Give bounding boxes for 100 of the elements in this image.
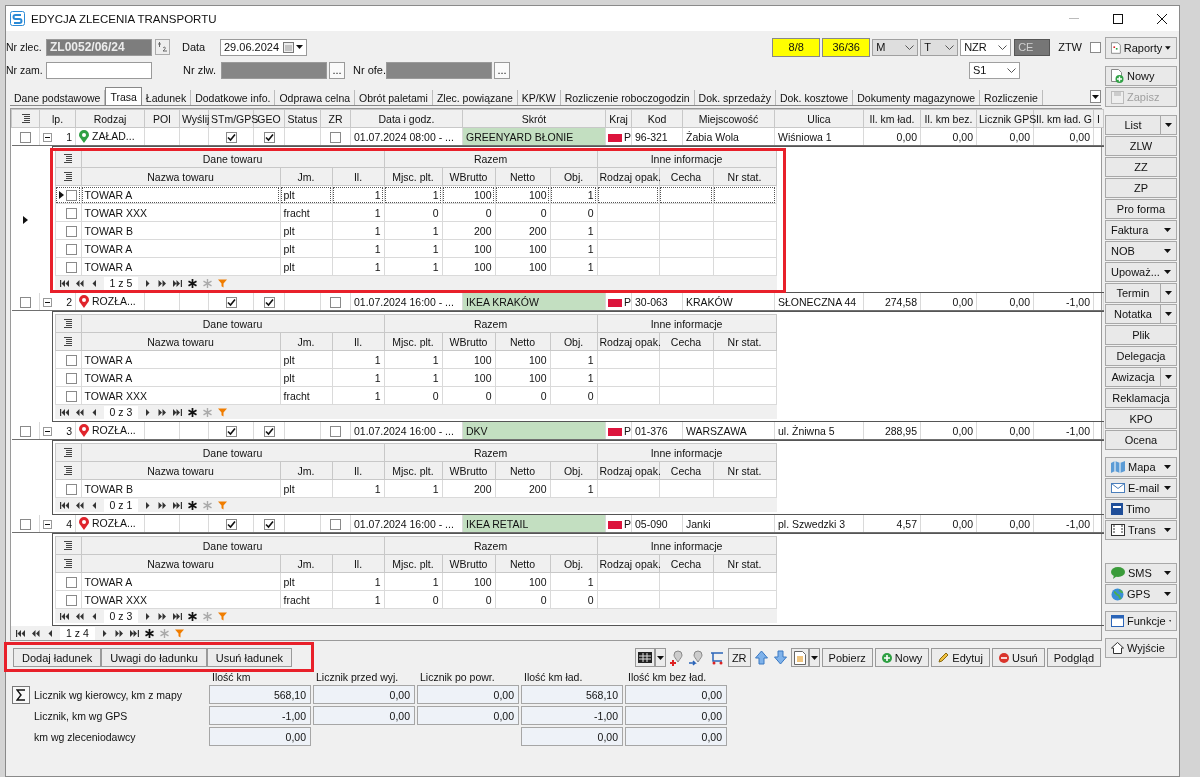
numbering-icon[interactable] [155, 39, 170, 55]
toolbar-button[interactable]: Usuń [991, 648, 1045, 667]
map-pin-plus-icon[interactable] [668, 649, 685, 666]
value-field[interactable]: 0,00 [313, 706, 415, 725]
tab[interactable]: Dok. kosztowe [775, 90, 854, 105]
column-chooser-icon[interactable] [64, 171, 72, 181]
maximize-icon[interactable] [1113, 13, 1123, 24]
column-header[interactable]: Il. [353, 170, 363, 183]
document-button[interactable] [790, 648, 809, 667]
checkbox[interactable] [65, 243, 77, 255]
action-button[interactable]: Timo [1105, 499, 1177, 519]
arrow-down-icon[interactable] [772, 650, 788, 665]
checkbox[interactable] [65, 189, 77, 201]
previous-page-icon[interactable] [73, 277, 85, 289]
value-field[interactable]: 0,00 [417, 706, 519, 725]
arrow-up-icon[interactable] [753, 650, 769, 665]
collapse-icon[interactable] [43, 133, 52, 143]
checkbox[interactable] [225, 296, 237, 308]
first-record-icon[interactable] [58, 406, 70, 418]
column-chooser-icon[interactable] [64, 558, 72, 568]
tab[interactable]: Zlec. powiązane [432, 90, 518, 105]
checkbox[interactable] [19, 131, 31, 143]
value-field[interactable]: 568,10 [521, 685, 623, 704]
browse-button[interactable]: ... [494, 61, 510, 79]
checkbox[interactable] [65, 372, 77, 384]
date-field[interactable]: 29.06.2024 [220, 38, 307, 56]
dropdown-button[interactable]: Awizacja [1105, 367, 1161, 387]
column-header[interactable]: Il. [353, 557, 363, 570]
reports-button[interactable]: Raporty [1105, 37, 1177, 59]
checkbox[interactable] [330, 296, 341, 308]
asterisk-icon[interactable] [143, 627, 155, 639]
cargo-button[interactable]: Dodaj ładunek [13, 648, 102, 667]
dropdown-button[interactable]: Upoważ... [1105, 262, 1177, 282]
column-header[interactable]: Ulica [807, 112, 831, 125]
previous-page-icon[interactable] [30, 627, 41, 639]
dropdown-button[interactable]: Mapa [1105, 457, 1177, 477]
value-field[interactable]: -1,00 [521, 706, 623, 725]
browse-button[interactable]: ... [329, 61, 345, 79]
checkbox[interactable] [263, 296, 275, 308]
column-chooser-icon[interactable] [21, 113, 30, 123]
value-field[interactable]: 0,00 [209, 727, 311, 746]
dropdown[interactable]: NZR [960, 38, 1012, 56]
checkbox[interactable] [263, 131, 275, 143]
action-button[interactable]: Reklamacja [1105, 388, 1177, 408]
tab[interactable]: Dodatkowe info. [191, 90, 276, 105]
toolbar-button[interactable]: Edytuj [931, 648, 990, 667]
column-header[interactable]: STm/GPS [211, 112, 259, 125]
checkbox[interactable] [263, 425, 275, 437]
first-record-icon[interactable] [15, 627, 26, 639]
column-chooser-icon[interactable] [64, 336, 72, 346]
checkbox[interactable] [65, 594, 77, 606]
action-button[interactable]: Delegacja [1105, 346, 1177, 366]
action-button[interactable]: ZP [1105, 178, 1177, 198]
column-chooser-icon[interactable] [64, 447, 72, 457]
checkbox[interactable] [65, 261, 77, 273]
checkbox[interactable] [65, 576, 77, 588]
checkbox[interactable] [65, 390, 77, 402]
dropdown-arrow-button[interactable] [654, 648, 666, 667]
dropdown-button[interactable]: E-mail [1105, 478, 1177, 498]
cargo-button[interactable]: Usuń ładunek [206, 648, 293, 667]
last-record-icon[interactable] [172, 406, 184, 418]
value-field[interactable]: -1,00 [209, 706, 311, 725]
last-record-icon[interactable] [172, 499, 184, 511]
dropdown-arrow-button[interactable] [1161, 304, 1177, 324]
first-record-icon[interactable] [58, 610, 70, 622]
column-header[interactable]: Skrót [521, 112, 547, 125]
value-field[interactable]: 0,00 [625, 706, 727, 725]
asterisk-icon[interactable] [187, 277, 199, 289]
checkbox[interactable] [19, 518, 31, 530]
dropdown-arrow-button[interactable] [808, 648, 820, 667]
customer-order-field[interactable] [46, 61, 152, 79]
checkbox[interactable] [19, 296, 31, 308]
collapse-icon[interactable] [43, 298, 52, 308]
map-pin-arrow-icon[interactable] [688, 649, 705, 666]
checkbox[interactable] [330, 425, 341, 437]
record-button[interactable]: Nowy [1105, 66, 1177, 86]
action-button[interactable]: Pro forma [1105, 199, 1177, 219]
previous-page-icon[interactable] [73, 499, 85, 511]
checkbox[interactable] [19, 425, 31, 437]
dropdown-button[interactable]: Termin [1105, 283, 1161, 303]
tab[interactable]: Odprawa celna [275, 90, 356, 105]
toolbar-button[interactable]: Nowy [874, 648, 930, 667]
checkbox[interactable] [65, 483, 77, 495]
value-field[interactable]: 0,00 [521, 727, 623, 746]
action-button[interactable]: KPO [1105, 409, 1177, 429]
checkbox[interactable] [225, 131, 237, 143]
dropdown-button[interactable]: Trans [1105, 520, 1177, 540]
checkbox[interactable] [65, 354, 77, 366]
dropdown-button[interactable]: Notatka [1105, 304, 1161, 324]
route-icon[interactable] [708, 649, 725, 666]
action-button[interactable]: ZLW [1105, 136, 1177, 156]
cargo-button[interactable]: Uwagi do ładunku [101, 648, 207, 667]
dropdown-button[interactable]: GPS [1105, 584, 1177, 604]
value-field[interactable]: 568,10 [209, 685, 311, 704]
action-button[interactable]: Ocena [1105, 430, 1177, 450]
column-header[interactable]: Il. [353, 335, 363, 348]
dropdown-button[interactable]: SMS [1105, 563, 1177, 583]
toolbar-button[interactable]: ZR [727, 648, 751, 667]
last-record-icon[interactable] [128, 627, 140, 639]
action-button[interactable]: ZZ [1105, 157, 1177, 177]
